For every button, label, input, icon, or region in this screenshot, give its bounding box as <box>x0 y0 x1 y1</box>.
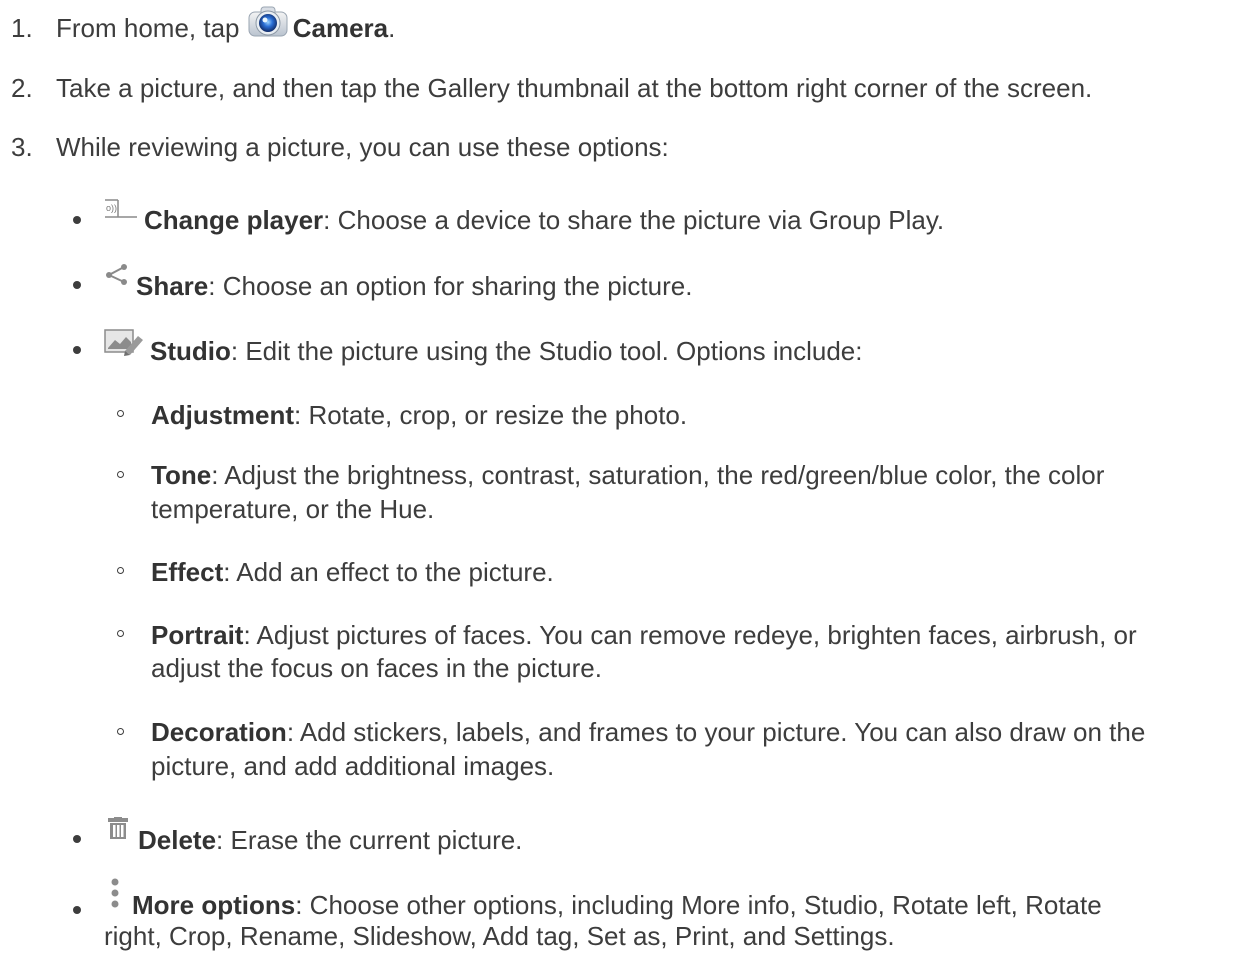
camera-icon <box>247 2 289 47</box>
option-more-options: More options: Choose other options, incl… <box>104 878 1102 921</box>
option-desc: : Edit the picture using the Studio tool… <box>230 336 863 366</box>
sub-bullet <box>117 630 124 637</box>
bullet <box>73 216 81 224</box>
step-text: From home, tap <box>56 13 247 43</box>
option-delete: Delete: Erase the current picture. <box>104 817 523 856</box>
sub-option-label: Portrait <box>151 620 244 650</box>
studio-option-tone: Tone: Adjust the brightness, contrast, s… <box>151 459 1104 491</box>
step-number: 1. <box>11 13 33 43</box>
option-desc: : Choose an option for sharing the pictu… <box>208 271 693 301</box>
option-label: Studio <box>150 336 231 366</box>
sub-option-desc: : Add stickers, labels, and frames to yo… <box>286 717 1146 747</box>
sub-option-desc: : Add an effect to the picture. <box>223 557 554 587</box>
option-desc: : Choose other options, including More i… <box>295 890 1102 920</box>
change-player-icon: o)) <box>104 196 138 228</box>
bullet <box>73 346 81 354</box>
sub-bullet <box>117 410 124 417</box>
studio-option-adjustment: Adjustment: Rotate, crop, or resize the … <box>151 399 687 431</box>
bullet <box>73 281 81 289</box>
sub-option-desc: : Adjust the brightness, contrast, satur… <box>211 460 1105 490</box>
sub-option-desc: : Adjust pictures of faces. You can remo… <box>243 620 1137 650</box>
option-label: More options <box>132 890 296 920</box>
option-studio: Studio: Edit the picture using the Studi… <box>104 329 863 367</box>
studio-option-tone-cont: temperature, or the Hue. <box>151 494 435 524</box>
option-change-player: o)) Change player: Choose a device to sh… <box>104 199 945 236</box>
sub-option-label: Tone <box>151 460 212 490</box>
studio-option-portrait: Portrait: Adjust pictures of faces. You … <box>151 619 1137 651</box>
bullet <box>73 906 81 914</box>
option-label: Delete <box>138 825 217 855</box>
option-label: Change player <box>144 205 324 235</box>
sub-option-label: Decoration <box>151 717 287 747</box>
studio-option-decoration: Decoration: Add stickers, labels, and fr… <box>151 716 1145 748</box>
sub-bullet <box>117 567 124 574</box>
step-number: 2. <box>11 73 33 103</box>
option-desc: : Erase the current picture. <box>216 825 523 855</box>
option-desc: : Choose a device to share the picture v… <box>323 205 945 235</box>
sub-bullet <box>117 728 124 735</box>
trash-icon <box>104 816 132 848</box>
option-more-options-cont: right, Crop, Rename, Slideshow, Add tag,… <box>104 921 895 951</box>
studio-icon <box>104 328 144 363</box>
more-options-icon <box>104 877 126 916</box>
studio-option-portrait-cont: adjust the focus on faces in the picture… <box>151 653 602 683</box>
sub-option-label: Adjustment <box>151 400 294 430</box>
option-label: Share <box>136 271 209 301</box>
sub-bullet <box>117 471 124 478</box>
step-text: While reviewing a picture, you can use t… <box>56 132 669 162</box>
studio-option-effect: Effect: Add an effect to the picture. <box>151 556 554 588</box>
bullet <box>73 835 81 843</box>
option-share: Share: Choose an option for sharing the … <box>104 264 693 302</box>
step-number: 3. <box>11 132 33 162</box>
step-text: Take a picture, and then tap the Gallery… <box>56 73 1093 103</box>
camera-label: Camera <box>292 13 389 43</box>
svg-text:o)): o)) <box>106 203 117 213</box>
studio-option-decoration-cont: picture, and add additional images. <box>151 751 555 781</box>
share-icon <box>104 262 130 294</box>
sub-option-desc: : Rotate, crop, or resize the photo. <box>294 400 688 430</box>
sub-option-label: Effect <box>151 557 224 587</box>
